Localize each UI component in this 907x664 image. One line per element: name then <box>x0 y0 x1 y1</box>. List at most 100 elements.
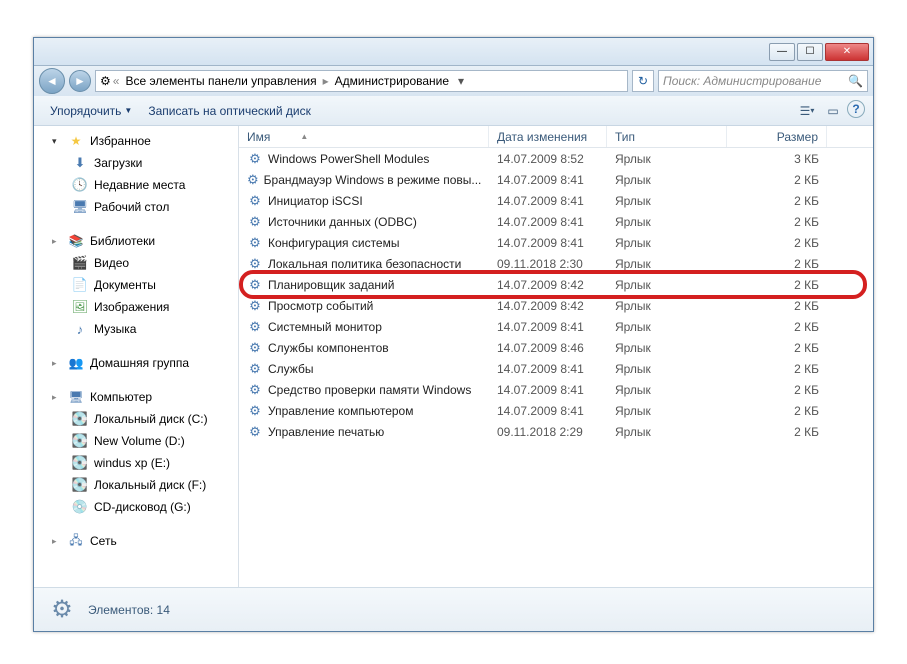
homegroup-group: ▸ 👥 Домашняя группа <box>34 352 238 374</box>
breadcrumb-dropdown[interactable]: ▾ <box>453 74 469 88</box>
item-icon: 💽 <box>72 411 88 427</box>
sidebar-item[interactable]: 🕓Недавние места <box>34 174 238 196</box>
titlebar: — ☐ ✕ <box>34 38 873 66</box>
address-bar: ◄ ► ⚙ « Все элементы панели управления ▸… <box>34 66 873 96</box>
refresh-button[interactable]: ↻ <box>632 70 654 92</box>
file-row[interactable]: ⚙Инициатор iSCSI 14.07.2009 8:41 Ярлык 2… <box>239 190 873 211</box>
sidebar-item[interactable]: 📄Документы <box>34 274 238 296</box>
file-date: 14.07.2009 8:46 <box>489 341 607 355</box>
file-name-cell: ⚙Службы <box>239 361 489 377</box>
search-placeholder: Поиск: Администрирование <box>663 74 821 88</box>
shortcut-icon: ⚙ <box>247 382 263 398</box>
file-type: Ярлык <box>607 152 727 166</box>
file-type: Ярлык <box>607 362 727 376</box>
status-bar: ⚙ Элементов: 14 <box>34 587 873 631</box>
shortcut-icon: ⚙ <box>247 361 263 377</box>
sidebar-item[interactable]: 🖥 Рабочий стол <box>34 196 238 218</box>
search-input[interactable]: Поиск: Администрирование 🔍 <box>658 70 868 92</box>
shortcut-icon: ⚙ <box>247 298 263 314</box>
file-row[interactable]: ⚙Локальная политика безопасности 09.11.2… <box>239 253 873 274</box>
minimize-button[interactable]: — <box>769 43 795 61</box>
organize-menu[interactable]: Упорядочить ▼ <box>42 100 140 122</box>
item-icon: 💿 <box>72 499 88 515</box>
column-size[interactable]: Размер <box>727 126 827 147</box>
file-row[interactable]: ⚙Службы 14.07.2009 8:41 Ярлык 2 КБ <box>239 358 873 379</box>
navigation-pane[interactable]: ▾ ★ Избранное ⬇Загрузки🕓Недавние места 🖥 Р… <box>34 126 239 587</box>
file-row[interactable]: ⚙Брандмауэр Windows в режиме повы... 14.… <box>239 169 873 190</box>
file-name-cell: ⚙Windows PowerShell Modules <box>239 151 489 167</box>
file-row[interactable]: ⚙Средство проверки памяти Windows 14.07.… <box>239 379 873 400</box>
file-row[interactable]: ⚙Управление печатью 09.11.2018 2:29 Ярлы… <box>239 421 873 442</box>
favorites-header[interactable]: ▾ ★ Избранное <box>34 130 238 152</box>
sidebar-item[interactable]: 💽windus xp (E:) <box>34 452 238 474</box>
maximize-button[interactable]: ☐ <box>797 43 823 61</box>
file-date: 09.11.2018 2:30 <box>489 257 607 271</box>
file-date: 14.07.2009 8:42 <box>489 299 607 313</box>
item-icon: ⬇ <box>72 155 88 171</box>
breadcrumb-item[interactable]: Все элементы панели управления <box>121 74 320 88</box>
forward-button[interactable]: ► <box>69 70 91 92</box>
file-date: 14.07.2009 8:41 <box>489 404 607 418</box>
sidebar-item[interactable]: ♪Музыка <box>34 318 238 340</box>
favorites-label: Избранное <box>90 134 151 148</box>
control-panel-icon: ⚙ <box>100 74 111 88</box>
file-name-cell: ⚙Просмотр событий <box>239 298 489 314</box>
sidebar-item[interactable]: 💽New Volume (D:) <box>34 430 238 452</box>
file-row[interactable]: ⚙Системный монитор 14.07.2009 8:41 Ярлык… <box>239 316 873 337</box>
file-row[interactable]: ⚙Службы компонентов 14.07.2009 8:46 Ярлы… <box>239 337 873 358</box>
item-label: Недавние места <box>94 178 185 192</box>
column-type[interactable]: Тип <box>607 126 727 147</box>
file-type: Ярлык <box>607 383 727 397</box>
shortcut-icon: ⚙ <box>247 172 259 188</box>
shortcut-icon: ⚙ <box>247 193 263 209</box>
sidebar-item[interactable]: 💽Локальный диск (F:) <box>34 474 238 496</box>
computer-group: ▸ 🖥 Компьютер 💽Локальный диск (C:)💽New V… <box>34 386 238 518</box>
back-button[interactable]: ◄ <box>39 68 65 94</box>
file-list: Имя ▲ Дата изменения Тип Размер ⚙Windows… <box>239 126 873 587</box>
close-button[interactable]: ✕ <box>825 43 869 61</box>
sidebar-item[interactable]: 🎬Видео <box>34 252 238 274</box>
sidebar-item[interactable]: ⬇Загрузки <box>34 152 238 174</box>
breadcrumb[interactable]: ⚙ « Все элементы панели управления ▸ Адм… <box>95 70 628 92</box>
column-name[interactable]: Имя ▲ <box>239 126 489 147</box>
computer-header[interactable]: ▸ 🖥 Компьютер <box>34 386 238 408</box>
file-type: Ярлык <box>607 299 727 313</box>
view-mode-button[interactable]: ☰▾ <box>795 100 819 122</box>
sidebar-item[interactable]: 💽Локальный диск (C:) <box>34 408 238 430</box>
file-size: 2 КБ <box>727 215 827 229</box>
file-row[interactable]: ⚙Планировщик заданий 14.07.2009 8:42 Ярл… <box>239 274 873 295</box>
item-label: Видео <box>94 256 129 270</box>
homegroup-header[interactable]: ▸ 👥 Домашняя группа <box>34 352 238 374</box>
network-header[interactable]: ▸ 🖧 Сеть <box>34 530 238 552</box>
sidebar-item[interactable]: 🖼Изображения <box>34 296 238 318</box>
file-row[interactable]: ⚙Windows PowerShell Modules 14.07.2009 8… <box>239 148 873 169</box>
preview-pane-button[interactable]: ▭ <box>821 100 845 122</box>
breadcrumb-item[interactable]: Администрирование <box>331 74 453 88</box>
file-date: 14.07.2009 8:41 <box>489 383 607 397</box>
item-icon: 🖥 <box>72 199 88 215</box>
file-rows[interactable]: ⚙Windows PowerShell Modules 14.07.2009 8… <box>239 148 873 587</box>
burn-button[interactable]: Записать на оптический диск <box>140 100 319 122</box>
file-name-cell: ⚙Локальная политика безопасности <box>239 256 489 272</box>
file-type: Ярлык <box>607 341 727 355</box>
help-button[interactable]: ? <box>847 100 865 118</box>
libraries-header[interactable]: ▸ 📚 Библиотеки <box>34 230 238 252</box>
libraries-icon: 📚 <box>68 233 84 249</box>
file-row[interactable]: ⚙Конфигурация системы 14.07.2009 8:41 Яр… <box>239 232 873 253</box>
network-label: Сеть <box>90 534 117 548</box>
column-date[interactable]: Дата изменения <box>489 126 607 147</box>
libraries-group: ▸ 📚 Библиотеки 🎬Видео📄Документы🖼Изображе… <box>34 230 238 340</box>
file-row[interactable]: ⚙Источники данных (ODBC) 14.07.2009 8:41… <box>239 211 873 232</box>
file-type: Ярлык <box>607 215 727 229</box>
file-date: 14.07.2009 8:41 <box>489 320 607 334</box>
item-label: Рабочий стол <box>94 200 169 214</box>
file-row[interactable]: ⚙Просмотр событий 14.07.2009 8:42 Ярлык … <box>239 295 873 316</box>
sidebar-item[interactable]: 💿CD-дисковод (G:) <box>34 496 238 518</box>
file-row[interactable]: ⚙Управление компьютером 14.07.2009 8:41 … <box>239 400 873 421</box>
item-icon: 💽 <box>72 433 88 449</box>
item-count: Элементов: 14 <box>88 603 170 617</box>
chevron-right-icon[interactable]: ▸ <box>321 74 331 88</box>
file-type: Ярлык <box>607 404 727 418</box>
shortcut-icon: ⚙ <box>247 235 263 251</box>
column-name-label: Имя <box>247 130 270 144</box>
